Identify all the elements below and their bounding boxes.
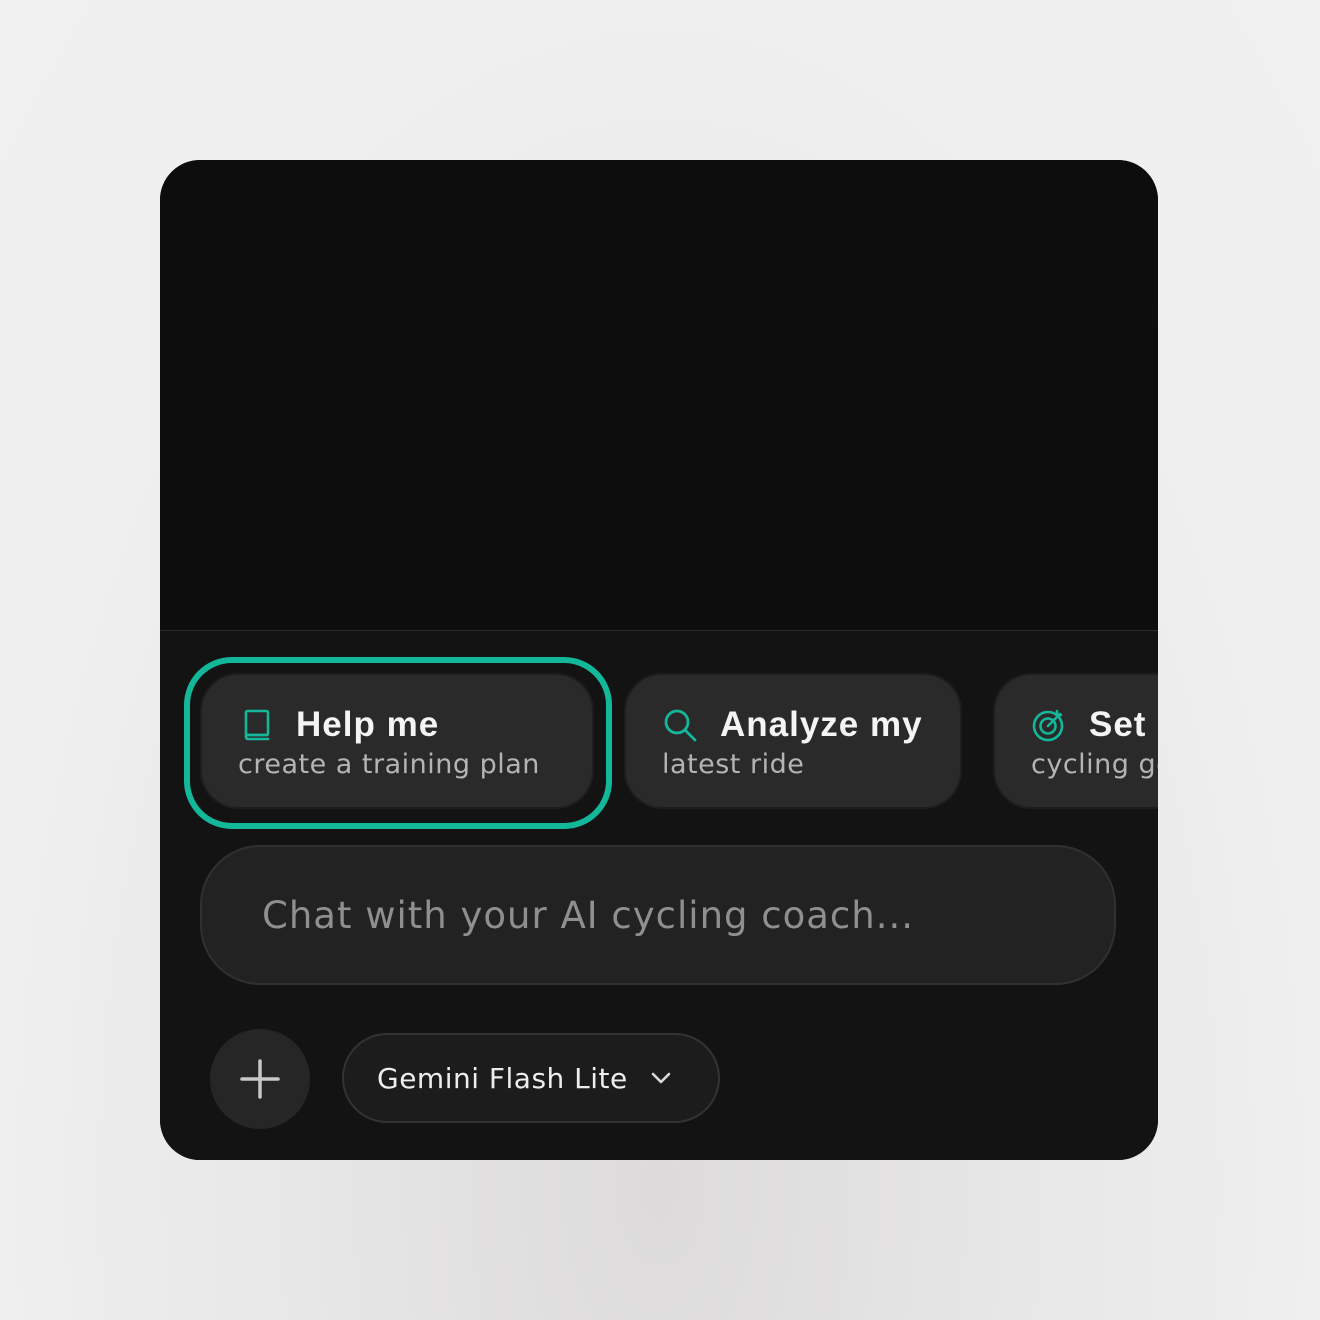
chip-title: Help me [296, 705, 440, 744]
chip-subtitle: latest ride [662, 749, 805, 780]
message-area [160, 160, 1158, 630]
suggestion-chip-set-goals[interactable]: Set cycling goals [993, 673, 1158, 809]
chip-title-row: Set [1031, 703, 1158, 747]
suggestion-chip-training-plan[interactable]: Help me create a training plan [200, 673, 594, 809]
composer: Help me create a training plan Analyze m… [160, 631, 1158, 1160]
chip-title: Analyze my [720, 705, 923, 744]
chip-title-row: Help me [238, 703, 592, 747]
chip-subtitle: create a training plan [238, 749, 540, 780]
chat-input[interactable] [200, 845, 1116, 985]
suggestion-chips: Help me create a training plan Analyze m… [160, 631, 1158, 831]
model-selector[interactable]: Gemini Flash Lite [342, 1033, 720, 1123]
chat-window: Help me create a training plan Analyze m… [160, 160, 1158, 1160]
search-icon [664, 709, 697, 742]
chevron-down-icon [651, 1072, 671, 1084]
chip-title-row: Analyze my [662, 703, 960, 747]
plus-icon [240, 1059, 280, 1099]
add-attachment-button[interactable] [210, 1029, 310, 1129]
suggestion-chip-analyze-ride[interactable]: Analyze my latest ride [624, 673, 962, 809]
target-icon [1032, 709, 1064, 742]
chip-subtitle: cycling goals [1031, 749, 1158, 780]
model-selector-label: Gemini Flash Lite [377, 1061, 628, 1095]
chip-title: Set [1089, 705, 1147, 744]
book-icon [244, 709, 270, 741]
